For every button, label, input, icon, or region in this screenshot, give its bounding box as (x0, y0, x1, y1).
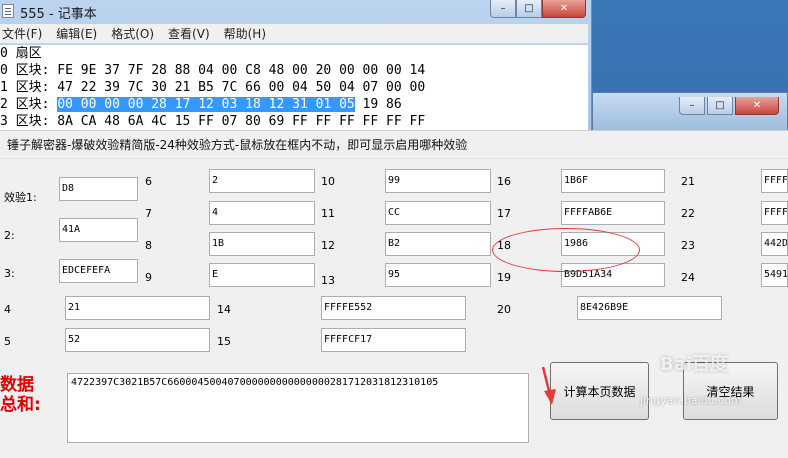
field-number-label: 23 (681, 239, 695, 252)
row-label: 4 (4, 303, 11, 316)
notepad-menubar: 文件(F) 编辑(E) 格式(O) 查看(V) 帮助(H) (0, 24, 588, 44)
checksum-field-3[interactable]: EDCEFEFA (59, 259, 138, 283)
checksum-field-17[interactable]: FFFFAB6E (561, 201, 665, 225)
notepad-app-icon (2, 4, 14, 18)
checksum-field-15[interactable]: FFFFCF17 (321, 328, 466, 352)
checksum-field-20[interactable]: 8E426B9E (577, 296, 722, 320)
field-number-label: 14 (217, 303, 231, 316)
maximize-icon[interactable]: □ (707, 97, 733, 115)
notepad-window[interactable]: 555 - 记事本 – □ ✕ 文件(F) 编辑(E) 格式(O) 查看(V) … (0, 0, 592, 132)
field-number-label: 15 (217, 335, 231, 348)
field-number-label: 17 (497, 207, 511, 220)
line-text: 2 区块: (0, 97, 58, 112)
row-label: 2: (4, 229, 15, 242)
line-text: 0 扇区 (0, 46, 42, 61)
checksum-field-9[interactable]: E (209, 263, 315, 287)
checksum-field-13[interactable]: 95 (385, 263, 491, 287)
checksum-field-12[interactable]: B2 (385, 232, 491, 256)
row-label: 效验1: (4, 191, 37, 204)
text-line: 3 区块: 8A CA 48 6A 4C 15 FF 07 80 69 FF F… (0, 113, 588, 130)
field-number-label: 19 (497, 271, 511, 284)
checksum-field-5[interactable]: 52 (65, 328, 210, 352)
notepad-window-controls: – □ ✕ (490, 0, 586, 18)
menu-file[interactable]: 文件(F) (2, 25, 42, 42)
checksum-field-23[interactable]: 442D (761, 232, 788, 256)
row-label: 3: (4, 267, 15, 280)
field-number-label: 16 (497, 175, 511, 188)
line-text: 3 区块: 8A CA 48 6A 4C 15 FF 07 80 69 FF F… (0, 114, 426, 129)
checksum-field-10[interactable]: 99 (385, 169, 491, 193)
field-number-label: 9 (145, 271, 152, 284)
field-number-label: 21 (681, 175, 695, 188)
field-number-label: 10 (321, 175, 335, 188)
line-text: 19 86 (354, 97, 402, 112)
menu-view[interactable]: 查看(V) (168, 25, 210, 42)
field-number-label: 7 (145, 207, 152, 220)
checksum-field-1[interactable]: D8 (59, 177, 138, 201)
text-line: 0 扇区 (0, 45, 588, 62)
checksum-field-14[interactable]: FFFFE552 (321, 296, 466, 320)
maximize-icon[interactable]: □ (516, 0, 542, 18)
text-line: 1 区块: 47 22 39 7C 30 21 B5 7C 66 00 04 5… (0, 79, 588, 96)
checksum-field-16[interactable]: 1B6F (561, 169, 665, 193)
checksum-field-24[interactable]: 5491 (761, 263, 788, 287)
selected-text: 00 00 00 00 28 17 12 03 18 12 31 01 05 (57, 97, 355, 112)
field-number-label: 20 (497, 303, 511, 316)
checksum-field-6[interactable]: 2 (209, 169, 315, 193)
field-number-label: 11 (321, 207, 335, 220)
sum-label: 数据总和: (0, 375, 41, 415)
notepad-text-area[interactable]: 0 扇区 0 区块: FE 9E 37 7F 28 88 04 00 C8 48… (0, 45, 588, 132)
text-line: 0 区块: FE 9E 37 7F 28 88 04 00 C8 48 00 2… (0, 62, 588, 79)
field-number-label: 22 (681, 207, 695, 220)
close-icon[interactable]: ✕ (735, 97, 779, 115)
checksum-field-11[interactable]: CC (385, 201, 491, 225)
text-line: 2 区块: 00 00 00 00 28 17 12 03 18 12 31 0… (0, 96, 588, 113)
background-window[interactable]: – □ ✕ (592, 92, 788, 132)
calculate-page-data-button[interactable]: 计算本页数据 (550, 362, 649, 420)
checksum-field-22[interactable]: FFFF (761, 201, 788, 225)
menu-help[interactable]: 帮助(H) (224, 25, 266, 42)
calculate-button-label: 计算本页数据 (563, 384, 636, 399)
checksum-field-7[interactable]: 4 (209, 201, 315, 225)
field-number-label: 8 (145, 239, 152, 252)
notepad-title: 555 - 记事本 (20, 7, 97, 22)
menu-format[interactable]: 格式(O) (111, 25, 154, 42)
field-number-label: 6 (145, 175, 152, 188)
checksum-field-8[interactable]: 1B (209, 232, 315, 256)
checksum-field-2[interactable]: 41A (59, 218, 138, 242)
tool-title: 锤子解密器-爆破效验精简版-24种效验方式-鼠标放在框内不动，即可显示启用哪种效… (0, 131, 788, 159)
close-icon[interactable]: ✕ (542, 0, 586, 18)
baidu-watermark-url: jingyan.baidu.com (640, 394, 742, 407)
checksum-field-21[interactable]: FFFF (761, 169, 788, 193)
field-number-label: 13 (321, 274, 335, 287)
notepad-titlebar[interactable]: 555 - 记事本 – □ ✕ (0, 0, 592, 24)
row-label: 5 (4, 335, 11, 348)
menu-edit[interactable]: 编辑(E) (56, 25, 97, 42)
checksum-tool-window[interactable]: 锤子解密器-爆破效验精简版-24种效验方式-鼠标放在框内不动，即可显示启用哪种效… (0, 130, 788, 458)
data-sum-textarea[interactable]: 4722397C3021B57C660004500407000000000000… (67, 373, 529, 443)
annotation-arrow-icon (541, 366, 556, 405)
line-text: 0 区块: FE 9E 37 7F 28 88 04 00 C8 48 00 2… (0, 63, 426, 78)
baidu-watermark-logo: Bai百度 (660, 354, 729, 375)
field-number-label: 12 (321, 239, 335, 252)
minimize-icon[interactable]: – (679, 97, 705, 115)
checksum-field-4[interactable]: 21 (65, 296, 210, 320)
background-window-controls: – □ ✕ (679, 97, 779, 115)
minimize-icon[interactable]: – (490, 0, 516, 18)
field-number-label: 24 (681, 271, 695, 284)
annotation-circle (492, 228, 640, 272)
line-text: 1 区块: 47 22 39 7C 30 21 B5 7C 66 00 04 5… (0, 80, 426, 95)
